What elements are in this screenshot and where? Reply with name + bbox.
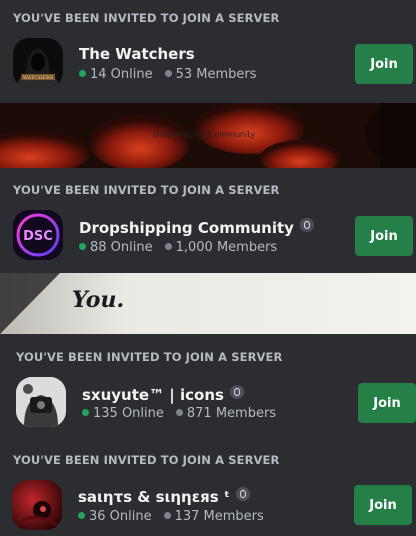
server-name: sxuyute™ | icons xyxy=(82,385,244,404)
online-dot-icon xyxy=(78,512,85,519)
invite-header: YOU'VE BEEN INVITED TO JOIN A SERVER xyxy=(16,350,283,364)
server-stats: 14 Online 53 Members xyxy=(79,67,257,82)
watchers-server-icon[interactable]: WATCHERS xyxy=(13,38,63,88)
server-name-text: Dropshipping Community xyxy=(79,219,294,237)
join-button[interactable]: Join xyxy=(355,44,413,84)
online-count: 14 Online xyxy=(90,67,153,82)
server-name-text: sxuyute™ | icons xyxy=(82,386,224,404)
server-name: Dropshipping Community xyxy=(79,218,314,237)
verified-badge-icon xyxy=(299,218,314,232)
server-name: saιητs & sιηηεяs ᵗ xyxy=(78,487,250,506)
server-name: The Watchers xyxy=(79,45,195,63)
server-invite-card: YOU'VE BEEN INVITED TO JOIN A SERVER sxu… xyxy=(0,334,416,440)
members-dot-icon xyxy=(164,243,172,250)
online-count: 36 Online xyxy=(89,509,152,524)
online-count: 88 Online xyxy=(90,240,153,255)
server-name-text: saιητs & sιηηεяs ᵗ xyxy=(78,488,230,506)
join-button[interactable]: Join xyxy=(354,485,412,525)
banner-text: Dropshipping Community xyxy=(153,130,256,139)
saints-server-icon[interactable] xyxy=(12,480,62,530)
server-stats: 135 Online 871 Members xyxy=(82,406,276,421)
svg-text:DSC: DSC xyxy=(23,229,53,244)
member-count: 53 Members xyxy=(175,67,257,82)
server-invite-card: YOU'VE BEEN INVITED TO JOIN A SERVER saι… xyxy=(0,440,416,536)
image-banner: Dropshipping Community xyxy=(0,103,416,168)
banner-text: You. xyxy=(72,287,125,313)
online-dot-icon xyxy=(82,409,89,416)
sxuyute-server-icon[interactable] xyxy=(16,377,66,427)
member-count: 1,000 Members xyxy=(175,240,278,255)
server-stats: 36 Online 137 Members xyxy=(78,509,264,524)
verified-badge-icon xyxy=(235,487,250,501)
server-stats: 88 Online 1,000 Members xyxy=(79,240,277,255)
members-dot-icon xyxy=(175,409,183,416)
members-dot-icon xyxy=(164,70,172,77)
member-count: 137 Members xyxy=(174,509,264,524)
image-banner: You. xyxy=(0,273,416,334)
svg-text:WATCHERS: WATCHERS xyxy=(23,75,54,81)
members-dot-icon xyxy=(163,512,171,519)
invite-header: YOU'VE BEEN INVITED TO JOIN A SERVER xyxy=(13,11,280,25)
verified-badge-icon xyxy=(229,385,244,399)
online-dot-icon xyxy=(79,243,86,250)
server-invite-card: YOU'VE BEEN INVITED TO JOIN A SERVER DSC… xyxy=(0,168,416,273)
join-button[interactable]: Join xyxy=(358,383,416,423)
invite-header: YOU'VE BEEN INVITED TO JOIN A SERVER xyxy=(13,183,280,197)
online-dot-icon xyxy=(79,70,86,77)
invite-header: YOU'VE BEEN INVITED TO JOIN A SERVER xyxy=(13,453,280,467)
online-count: 135 Online xyxy=(93,406,164,421)
member-count: 871 Members xyxy=(186,406,277,421)
server-invite-card: YOU'VE BEEN INVITED TO JOIN A SERVER WAT… xyxy=(0,0,416,103)
dsc-server-icon[interactable]: DSC xyxy=(13,210,63,260)
join-button[interactable]: Join xyxy=(355,216,413,256)
